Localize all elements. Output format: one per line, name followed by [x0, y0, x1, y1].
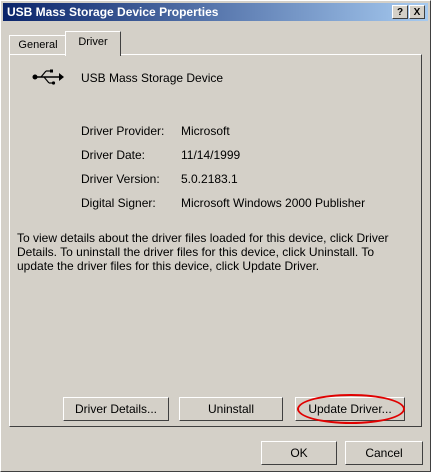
update-driver-button[interactable]: Update Driver... — [295, 397, 405, 421]
uninstall-button[interactable]: Uninstall — [179, 397, 283, 421]
help-button[interactable]: ? — [392, 5, 408, 19]
tab-driver[interactable]: Driver — [65, 31, 121, 56]
window-title: USB Mass Storage Device Properties — [7, 5, 219, 19]
digital-signer-label: Digital Signer: — [81, 196, 156, 210]
properties-dialog: USB Mass Storage Device Properties ? X G… — [0, 0, 431, 472]
driver-provider-label: Driver Provider: — [81, 124, 165, 138]
title-bar[interactable]: USB Mass Storage Device Properties ? X — [3, 3, 428, 21]
driver-provider-value: Microsoft — [181, 124, 230, 138]
digital-signer-value: Microsoft Windows 2000 Publisher — [181, 196, 366, 210]
driver-date-value: 11/14/1999 — [181, 148, 241, 162]
cancel-button[interactable]: Cancel — [345, 441, 423, 465]
ok-button[interactable]: OK — [261, 441, 337, 465]
usb-icon — [32, 69, 64, 85]
driver-date-label: Driver Date: — [81, 148, 146, 162]
driver-details-button[interactable]: Driver Details... — [63, 397, 169, 421]
device-name: USB Mass Storage Device — [81, 71, 224, 85]
driver-version-value: 5.0.2183.1 — [181, 172, 238, 186]
driver-description: To view details about the driver files l… — [17, 231, 389, 273]
driver-version-label: Driver Version: — [81, 172, 160, 186]
close-button[interactable]: X — [409, 5, 425, 19]
tab-general[interactable]: General — [9, 35, 67, 55]
